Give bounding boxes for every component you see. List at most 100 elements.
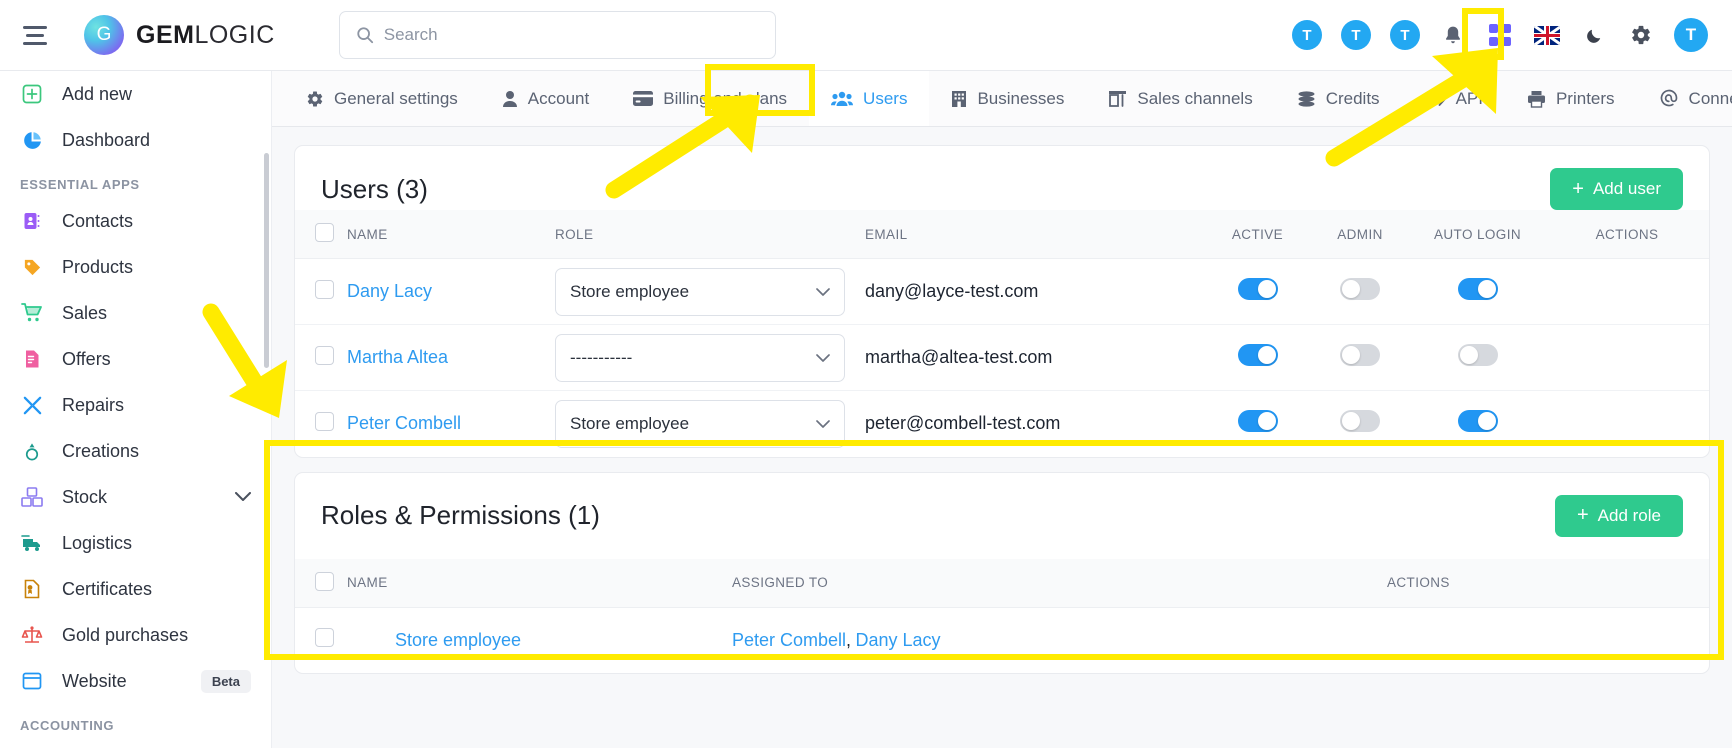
- table-row[interactable]: Peter Combell Store employee peter@combe…: [295, 391, 1709, 457]
- admin-toggle[interactable]: [1340, 344, 1380, 366]
- sidebar-item-gold-purchases[interactable]: Gold purchases: [0, 612, 271, 658]
- plus-icon: +: [1576, 504, 1589, 526]
- add-user-button[interactable]: + Add user: [1550, 168, 1683, 210]
- auto-login-toggle[interactable]: [1457, 410, 1498, 433]
- role-select-value: Store employee: [570, 281, 690, 301]
- user-name-link[interactable]: Martha Altea: [347, 347, 448, 367]
- table-row[interactable]: Store employee Peter Combell, Dany Lacy: [295, 607, 1709, 673]
- dark-mode-icon[interactable]: [1580, 21, 1608, 49]
- search-input[interactable]: Search: [338, 11, 776, 59]
- sidebar-item-dashboard[interactable]: Dashboard: [0, 117, 271, 163]
- tab-account[interactable]: Account: [480, 71, 611, 126]
- cell-role: Store employee: [555, 258, 865, 325]
- uk-flag-icon[interactable]: [1533, 21, 1561, 49]
- tab-label: Billing and plans: [663, 88, 788, 108]
- active-toggle[interactable]: [1237, 344, 1278, 366]
- roles-panel-header: Roles & Permissions (1) + Add role: [295, 473, 1709, 537]
- tab-api[interactable]: API: [1402, 71, 1505, 126]
- chevron-down-icon: [816, 284, 830, 300]
- sidebar-item-creations[interactable]: Creations: [0, 428, 271, 474]
- menu-toggle-icon[interactable]: [18, 18, 52, 52]
- roles-table-head: NAME ASSIGNED TO ACTIONS: [295, 558, 1709, 608]
- auto-login-toggle[interactable]: [1457, 278, 1498, 300]
- avatar-3[interactable]: T: [1390, 20, 1420, 50]
- row-checkbox[interactable]: [315, 279, 334, 299]
- app-root: G GEMLOGIC Search T T T T Add new Dashbo…: [0, 0, 1732, 748]
- printer-icon: [1527, 90, 1546, 108]
- auto-login-toggle[interactable]: [1457, 344, 1498, 366]
- active-toggle[interactable]: [1237, 410, 1278, 433]
- assigned-user-link-1[interactable]: Peter Combell: [732, 630, 846, 650]
- sidebar-scrollbar[interactable]: [264, 153, 269, 368]
- tab-businesses[interactable]: Businesses: [929, 71, 1086, 126]
- user-name-link[interactable]: Dany Lacy: [347, 281, 432, 301]
- sidebar-item-contacts[interactable]: Contacts: [0, 198, 271, 244]
- cell-name: Dany Lacy: [347, 258, 555, 325]
- column-header-email: EMAIL: [865, 210, 1205, 259]
- avatar-2[interactable]: T: [1341, 20, 1371, 50]
- sidebar-item-website[interactable]: Website Beta: [0, 658, 271, 704]
- tab-label: API: [1455, 88, 1483, 108]
- gear-icon[interactable]: [1627, 21, 1655, 49]
- tab-label: Businesses: [977, 88, 1065, 108]
- sidebar-item-repairs[interactable]: Repairs: [0, 382, 271, 428]
- main-content: General settings Account Billing and pla…: [272, 71, 1732, 748]
- sidebar-item-add-new[interactable]: Add new: [0, 71, 271, 117]
- tab-general-settings[interactable]: General settings: [284, 71, 480, 126]
- offer-document-icon: [20, 347, 44, 371]
- select-all-checkbox[interactable]: [315, 223, 334, 242]
- sidebar-item-label: Repairs: [62, 394, 125, 415]
- chevron-down-icon[interactable]: [235, 489, 251, 505]
- cell-active: [1205, 258, 1310, 325]
- tab-label: Users: [863, 88, 908, 108]
- user-name-link[interactable]: Peter Combell: [347, 413, 461, 433]
- cell-role-actions: [1387, 607, 1709, 673]
- sidebar-item-label: Gold purchases: [62, 624, 189, 645]
- tab-sales-channels[interactable]: Sales channels: [1086, 71, 1274, 126]
- role-name-link[interactable]: Store employee: [395, 630, 521, 650]
- table-row[interactable]: Martha Altea ----------- martha@altea-te…: [295, 324, 1709, 391]
- shopping-cart-icon: [20, 301, 44, 325]
- row-checkbox[interactable]: [315, 345, 334, 365]
- sidebar-item-label: Contacts: [62, 210, 134, 231]
- avatar-1[interactable]: T: [1292, 20, 1322, 50]
- role-select[interactable]: -----------: [555, 333, 845, 382]
- column-header-role-actions: ACTIONS: [1387, 558, 1709, 608]
- sidebar-item-logistics[interactable]: Logistics: [0, 520, 271, 566]
- scales-icon: [20, 623, 44, 647]
- sidebar-item-sales[interactable]: Sales: [0, 290, 271, 336]
- tab-label: Printers: [1555, 88, 1615, 108]
- row-checkbox[interactable]: [315, 411, 334, 431]
- active-toggle[interactable]: [1237, 278, 1278, 300]
- top-bar: G GEMLOGIC Search T T T T: [0, 0, 1732, 71]
- sidebar-item-certificates[interactable]: Certificates: [0, 566, 271, 612]
- bell-icon[interactable]: [1439, 21, 1467, 49]
- sidebar-item-offers[interactable]: Offers: [0, 336, 271, 382]
- sidebar-item-products[interactable]: Products: [0, 244, 271, 290]
- apps-grid-icon[interactable]: [1486, 21, 1514, 49]
- user-avatar[interactable]: T: [1674, 18, 1708, 52]
- settings-tabs: General settings Account Billing and pla…: [272, 71, 1732, 127]
- cell-role: -----------: [555, 324, 865, 391]
- roles-select-all-checkbox[interactable]: [315, 571, 334, 591]
- role-select[interactable]: Store employee: [555, 267, 845, 316]
- tab-billing-and-plans[interactable]: Billing and plans: [611, 71, 809, 126]
- brand-logo[interactable]: G GEMLOGIC: [84, 15, 275, 55]
- tab-credits[interactable]: Credits: [1275, 71, 1402, 126]
- table-row[interactable]: Dany Lacy Store employee dany@layce-test…: [295, 258, 1709, 325]
- column-header-role: ROLE: [555, 210, 865, 259]
- assigned-user-link-2[interactable]: Dany Lacy: [856, 630, 941, 650]
- admin-toggle[interactable]: [1340, 278, 1380, 300]
- column-header-name: NAME: [347, 210, 555, 259]
- admin-toggle[interactable]: [1340, 410, 1380, 433]
- tab-connections[interactable]: Connections: [1637, 71, 1732, 126]
- sidebar-item-stock[interactable]: Stock: [0, 474, 271, 520]
- row-checkbox[interactable]: [315, 628, 334, 648]
- sidebar-group-accounting: ACCOUNTING: [20, 718, 115, 733]
- sidebar-item-label: Add new: [62, 83, 133, 104]
- tab-label: General settings: [334, 88, 458, 108]
- tab-users[interactable]: Users: [809, 71, 930, 126]
- tab-printers[interactable]: Printers: [1505, 71, 1637, 126]
- role-select[interactable]: Store employee: [555, 399, 845, 448]
- add-role-button[interactable]: + Add role: [1554, 494, 1683, 537]
